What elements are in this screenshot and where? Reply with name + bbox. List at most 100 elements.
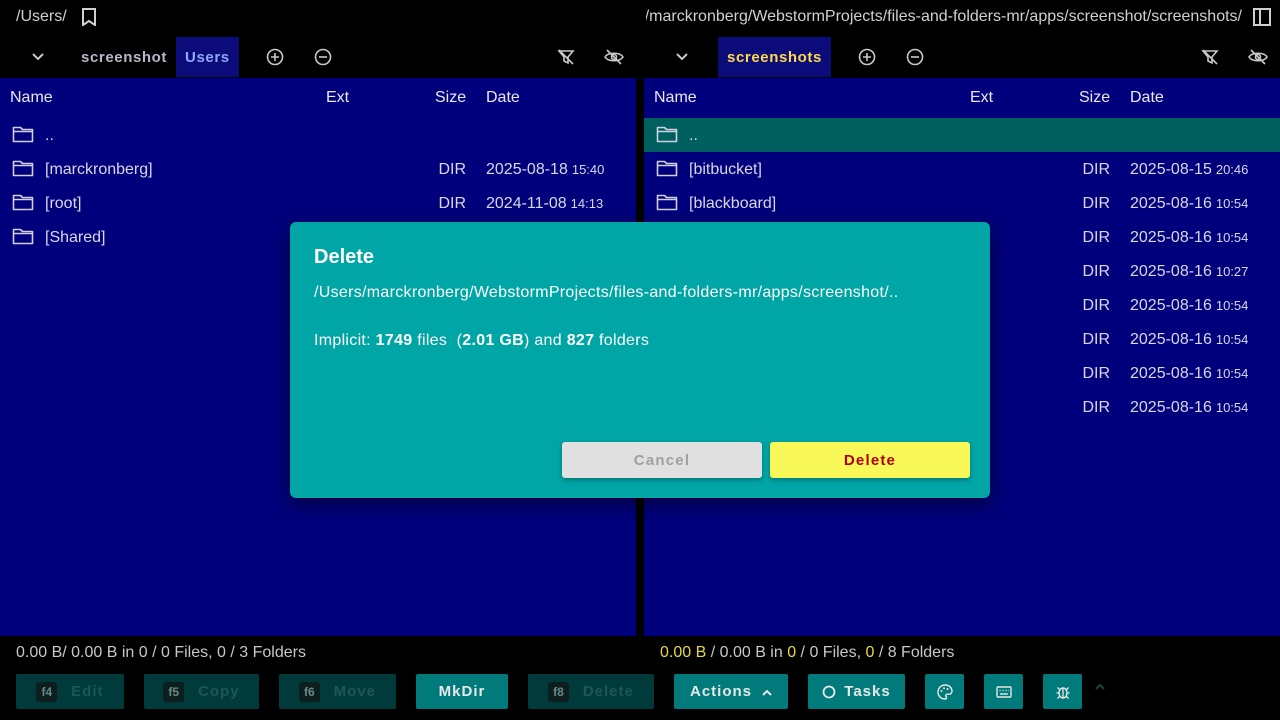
file-date: 2025-08-16 10:54 (1130, 331, 1248, 349)
column-size[interactable]: Size (435, 89, 466, 107)
keyboard-button[interactable] (984, 674, 1023, 709)
table-row[interactable]: [bitbucket] DIR 2025-08-15 20:46 (644, 152, 1280, 186)
left-path[interactable]: /Users/ (16, 8, 67, 26)
selected-files: 0 (138, 644, 148, 661)
edit-button[interactable]: f4 Edit (16, 674, 124, 709)
add-tab-icon[interactable] (263, 45, 287, 69)
right-status: 0.00 B / 0.00 B in 0 / 0 Files, 0 / 8 Fo… (660, 644, 954, 662)
column-header: Name Ext Size Date (644, 78, 1280, 118)
file-manager-app: /Users/ /Users/marckronberg/WebstormProj… (0, 0, 1280, 720)
column-ext[interactable]: Ext (970, 89, 993, 107)
mkdir-label: MkDir (438, 683, 486, 700)
file-name: .. (689, 127, 698, 144)
tab-users[interactable]: Users (176, 37, 239, 77)
file-size: DIR (1082, 399, 1110, 416)
column-date[interactable]: Date (1130, 89, 1164, 107)
files-count: 1749 (375, 332, 413, 349)
time-value: 10:54 (1215, 400, 1249, 415)
right-path-bar: /Users/marckronberg/WebstormProjects/fil… (640, 0, 1280, 34)
file-name: [blackboard] (689, 195, 777, 212)
folder-icon (12, 125, 34, 143)
date-value: 2025-08-16 (1130, 229, 1212, 246)
keyboard-icon (995, 685, 1012, 698)
selected-folders: 0 (217, 644, 226, 661)
cancel-button[interactable]: Cancel (562, 442, 762, 478)
dialog-title: Delete (314, 246, 375, 268)
folder-icon (12, 193, 34, 211)
date-value: 2025-08-16 (1130, 365, 1212, 382)
file-size: DIR (1082, 161, 1110, 178)
folder-icon (656, 159, 678, 177)
tasks-button[interactable]: Tasks (808, 674, 905, 709)
date-value: 2025-08-15 (1130, 161, 1212, 178)
chevron-up-icon[interactable] (1095, 683, 1105, 690)
hidden-files-off-icon[interactable] (602, 45, 626, 69)
delete-label: Delete (582, 683, 634, 700)
bug-icon (1056, 684, 1070, 700)
column-name[interactable]: Name (654, 89, 697, 107)
file-name: [root] (45, 195, 82, 212)
f8-key: f8 (548, 681, 569, 702)
table-row[interactable]: [marckronberg] DIR 2025-08-18 15:40 (0, 152, 636, 186)
file-size: DIR (1082, 195, 1110, 212)
table-row[interactable]: [root] DIR 2024-11-08 14:13 (0, 186, 636, 220)
file-name: .. (45, 127, 54, 144)
delete-button[interactable]: Delete (770, 442, 970, 478)
filter-off-icon[interactable] (1198, 45, 1222, 69)
date-value: 2025-08-18 (486, 161, 568, 178)
filter-off-icon[interactable] (554, 45, 578, 69)
chevron-down-icon[interactable] (668, 39, 696, 75)
copy-button[interactable]: f5 Copy (144, 674, 259, 709)
hidden-files-off-icon[interactable] (1246, 45, 1270, 69)
file-name: [bitbucket] (689, 161, 762, 178)
file-date: 2025-08-16 10:54 (1130, 297, 1248, 315)
selected-size: 0.00 B (660, 644, 707, 661)
file-date: 2025-08-16 10:54 (1130, 365, 1248, 383)
delete-toolbar-button[interactable]: f8 Delete (528, 674, 654, 709)
time-value: 14:13 (570, 196, 604, 211)
file-date: 2025-08-16 10:54 (1130, 399, 1248, 417)
chevron-down-icon[interactable] (24, 39, 52, 75)
table-row[interactable]: .. (644, 118, 1280, 152)
table-row[interactable]: .. (0, 118, 636, 152)
bookmark-icon[interactable] (79, 6, 99, 28)
date-value: 2025-08-16 (1130, 195, 1212, 212)
debug-button[interactable] (1043, 674, 1082, 709)
file-size: DIR (1082, 365, 1110, 382)
column-date[interactable]: Date (486, 89, 520, 107)
date-value: 2025-08-16 (1130, 331, 1212, 348)
total-size: 2.01 GB (462, 332, 524, 349)
split-view-icon[interactable] (1250, 5, 1274, 29)
file-date (486, 127, 490, 145)
f4-key: f4 (36, 681, 58, 702)
column-name[interactable]: Name (10, 89, 53, 107)
actions-button[interactable]: Actions (674, 674, 788, 709)
files-count: / 0 Files, (796, 644, 866, 661)
remove-tab-icon[interactable] (311, 45, 335, 69)
file-name: [Shared] (45, 229, 106, 246)
time-value: 15:40 (571, 162, 605, 177)
move-button[interactable]: f6 Move (279, 674, 396, 709)
selected-files: 0 (787, 644, 797, 661)
remove-tab-icon[interactable] (903, 45, 927, 69)
tab-screenshots[interactable]: screenshots (718, 37, 831, 77)
date-value: 2025-08-16 (1130, 297, 1212, 314)
column-ext[interactable]: Ext (326, 89, 349, 107)
table-row[interactable]: [blackboard] DIR 2025-08-16 10:54 (644, 186, 1280, 220)
chevron-up-icon (762, 683, 772, 700)
mkdir-button[interactable]: MkDir (416, 674, 508, 709)
right-path[interactable]: /Users/marckronberg/WebstormProjects/fil… (646, 8, 1242, 26)
files-count: / 0 Files, (147, 644, 218, 661)
left-path-bar: /Users/ (16, 0, 616, 34)
tab-screenshot[interactable]: screenshot (72, 37, 176, 77)
file-size: DIR (438, 195, 466, 212)
add-tab-icon[interactable] (855, 45, 879, 69)
time-value: 10:54 (1215, 230, 1249, 245)
column-size[interactable]: Size (1079, 89, 1110, 107)
folders-count: 827 (566, 332, 595, 349)
palette-button[interactable] (925, 674, 964, 709)
total-size: / 0.00 B (62, 644, 118, 661)
folder-icon (12, 227, 34, 245)
folder-icon (12, 159, 34, 177)
f5-key: f5 (163, 681, 185, 702)
